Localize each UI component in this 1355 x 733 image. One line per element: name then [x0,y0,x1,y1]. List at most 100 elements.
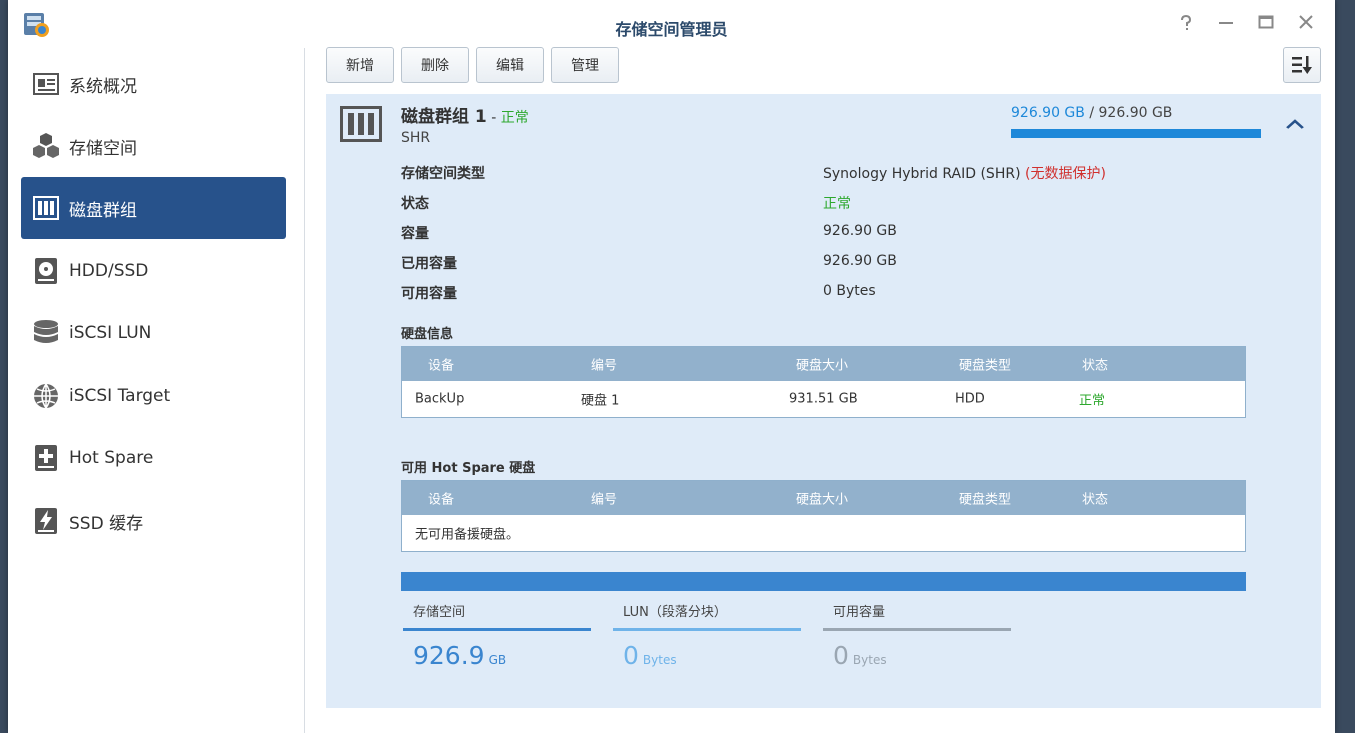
detail-label: 容量 [401,226,429,242]
column-header[interactable]: 硬盘类型 [959,355,1011,374]
sidebar-item-label: 系统概况 [69,76,137,97]
disk-number: 硬盘 1 [581,393,620,409]
sidebar: 系统概况 存储空间 磁盘群组 HDD/SSD iSCSI LUN iSCSI T… [8,48,305,733]
stat-value: 926.9 GB [403,641,591,670]
hotspare-title-bold: Hot Spare [431,461,505,476]
disk-group-title: 磁盘群组 1 - 正常 [401,102,529,127]
disk-group-name: 磁盘群组 1 [401,107,487,127]
disk-size: 931.51 GB [789,391,858,407]
title-bar[interactable]: 存储空间管理员 [8,0,1335,48]
disk-status: 正常 [1079,393,1106,409]
stat-label: 存储空间 [413,605,466,620]
stat-label: 可用容量 [833,605,886,620]
stat-number: 926.9 [413,641,485,670]
disk-info-table: 设备 编号 硬盘大小 硬盘类型 状态 BackUp 硬盘 1 931.51 GB… [401,346,1246,418]
manage-button[interactable]: 管理 [551,47,619,83]
disk-type: HDD [955,391,985,407]
sort-icon [1292,56,1312,74]
sidebar-item-hdd-ssd[interactable]: HDD/SSD [21,240,286,302]
sidebar-item-label: 磁盘群组 [69,200,137,221]
column-header[interactable]: 状态 [1082,489,1108,508]
edit-button[interactable]: 编辑 [476,47,544,83]
create-button[interactable]: 新增 [326,47,394,83]
stat-value: 0 Bytes [823,641,1011,670]
help-icon[interactable] [1175,14,1197,36]
stat-number: 0 [833,641,849,670]
stat-unit: Bytes [642,653,677,667]
disk-group-icon [32,194,60,222]
usage-text: 926.90 GB / 926.90 GB [1011,105,1172,121]
sidebar-item-ssd-cache[interactable]: SSD 缓存 [21,490,286,552]
column-header[interactable]: 硬盘类型 [959,489,1011,508]
raid-type-value: Synology Hybrid RAID (SHR) [823,166,1021,182]
stat-number: 0 [623,641,639,670]
hotspare-table: 设备 编号 硬盘大小 硬盘类型 状态 无可用备援硬盘。 [401,480,1246,552]
empty-row: 无可用备援硬盘。 [402,515,1245,551]
window-title: 存储空间管理员 [615,20,728,39]
detail-label: 状态 [401,196,429,212]
delete-button[interactable]: 删除 [401,47,469,83]
sidebar-item-label: iSCSI Target [69,386,171,406]
volume-cubes-icon [32,132,60,160]
sidebar-item-disk-group[interactable]: 磁盘群组 [21,177,286,239]
stat-volume: 存储空间 926.9 GB [403,604,591,670]
column-header[interactable]: 编号 [591,489,617,508]
stat-line [613,628,801,631]
sidebar-item-label: iSCSI LUN [69,323,152,343]
detail-value: 926.90 GB [823,223,897,239]
detail-value: Synology Hybrid RAID (SHR) (无数据保护) [823,163,1106,183]
disk-group-type: SHR [401,130,431,146]
table-header: 设备 编号 硬盘大小 硬盘类型 状态 [402,481,1245,515]
disk-group-panel: 磁盘群组 1 - 正常 SHR 926.90 GB / 926.90 GB 存储… [326,94,1321,708]
column-header[interactable]: 硬盘大小 [796,489,848,508]
overview-icon [32,70,60,98]
detail-label: 已用容量 [401,256,457,272]
sort-button[interactable] [1283,47,1321,83]
usage-total: 926.90 GB [1098,105,1173,121]
sidebar-item-iscsi-lun[interactable]: iSCSI LUN [21,302,286,364]
close-icon[interactable] [1295,14,1317,36]
hotspare-title-suffix: 硬盘 [504,461,536,476]
stat-line [403,628,591,631]
sidebar-item-hot-spare[interactable]: Hot Spare [21,427,286,489]
hot-spare-plus-icon [32,444,60,472]
stat-label: LUN（段落分块） [623,605,727,620]
column-header[interactable]: 状态 [1082,355,1108,374]
detail-label: 存储空间类型 [401,166,485,182]
column-header[interactable]: 编号 [591,355,617,374]
disk-group-status: 正常 [500,110,529,126]
minimize-icon[interactable] [1215,14,1237,36]
usage-used: 926.90 GB [1011,105,1085,121]
detail-label: 可用容量 [401,286,457,302]
disk-info-title: 硬盘信息 [401,327,454,342]
collapse-chevron-up-icon[interactable] [1286,114,1304,133]
table-header: 设备 编号 硬盘大小 硬盘类型 状态 [402,347,1245,381]
stat-line [823,628,1011,631]
title-dash: - [486,110,501,126]
hotspare-empty-text: 无可用备援硬盘。 [415,527,520,543]
column-header[interactable]: 硬盘大小 [796,355,848,374]
disk-device: BackUp [415,391,465,407]
sidebar-item-volume[interactable]: 存储空间 [21,115,286,177]
sidebar-item-iscsi-target[interactable]: iSCSI Target [21,365,286,427]
sidebar-item-label: HDD/SSD [69,261,149,281]
stat-value: 0 Bytes [613,641,801,670]
sidebar-item-label: Hot Spare [69,448,154,468]
stat-unit: GB [488,653,507,667]
usage-separator: / [1084,105,1099,121]
maximize-icon[interactable] [1255,14,1277,36]
hotspare-title-prefix: 可用 [401,461,432,476]
stat-available: 可用容量 0 Bytes [823,604,1011,670]
allocation-bar [401,572,1246,591]
detail-value: 正常 [823,196,851,212]
ssd-cache-bolt-icon [32,507,60,535]
no-protection-note: (无数据保护) [1020,166,1106,182]
sidebar-item-label: 存储空间 [69,138,137,159]
table-row[interactable]: BackUp 硬盘 1 931.51 GB HDD 正常 [402,381,1245,417]
hdd-icon [32,257,60,285]
storage-manager-window: 存储空间管理员 系统概况 存储空间 磁盘群组 HDD/SSD iSCSI LUN… [8,0,1335,733]
sidebar-item-overview[interactable]: 系统概况 [21,53,286,115]
column-header[interactable]: 设备 [428,489,454,508]
hotspare-title: 可用 Hot Spare 硬盘 [401,457,535,476]
column-header[interactable]: 设备 [428,355,454,374]
